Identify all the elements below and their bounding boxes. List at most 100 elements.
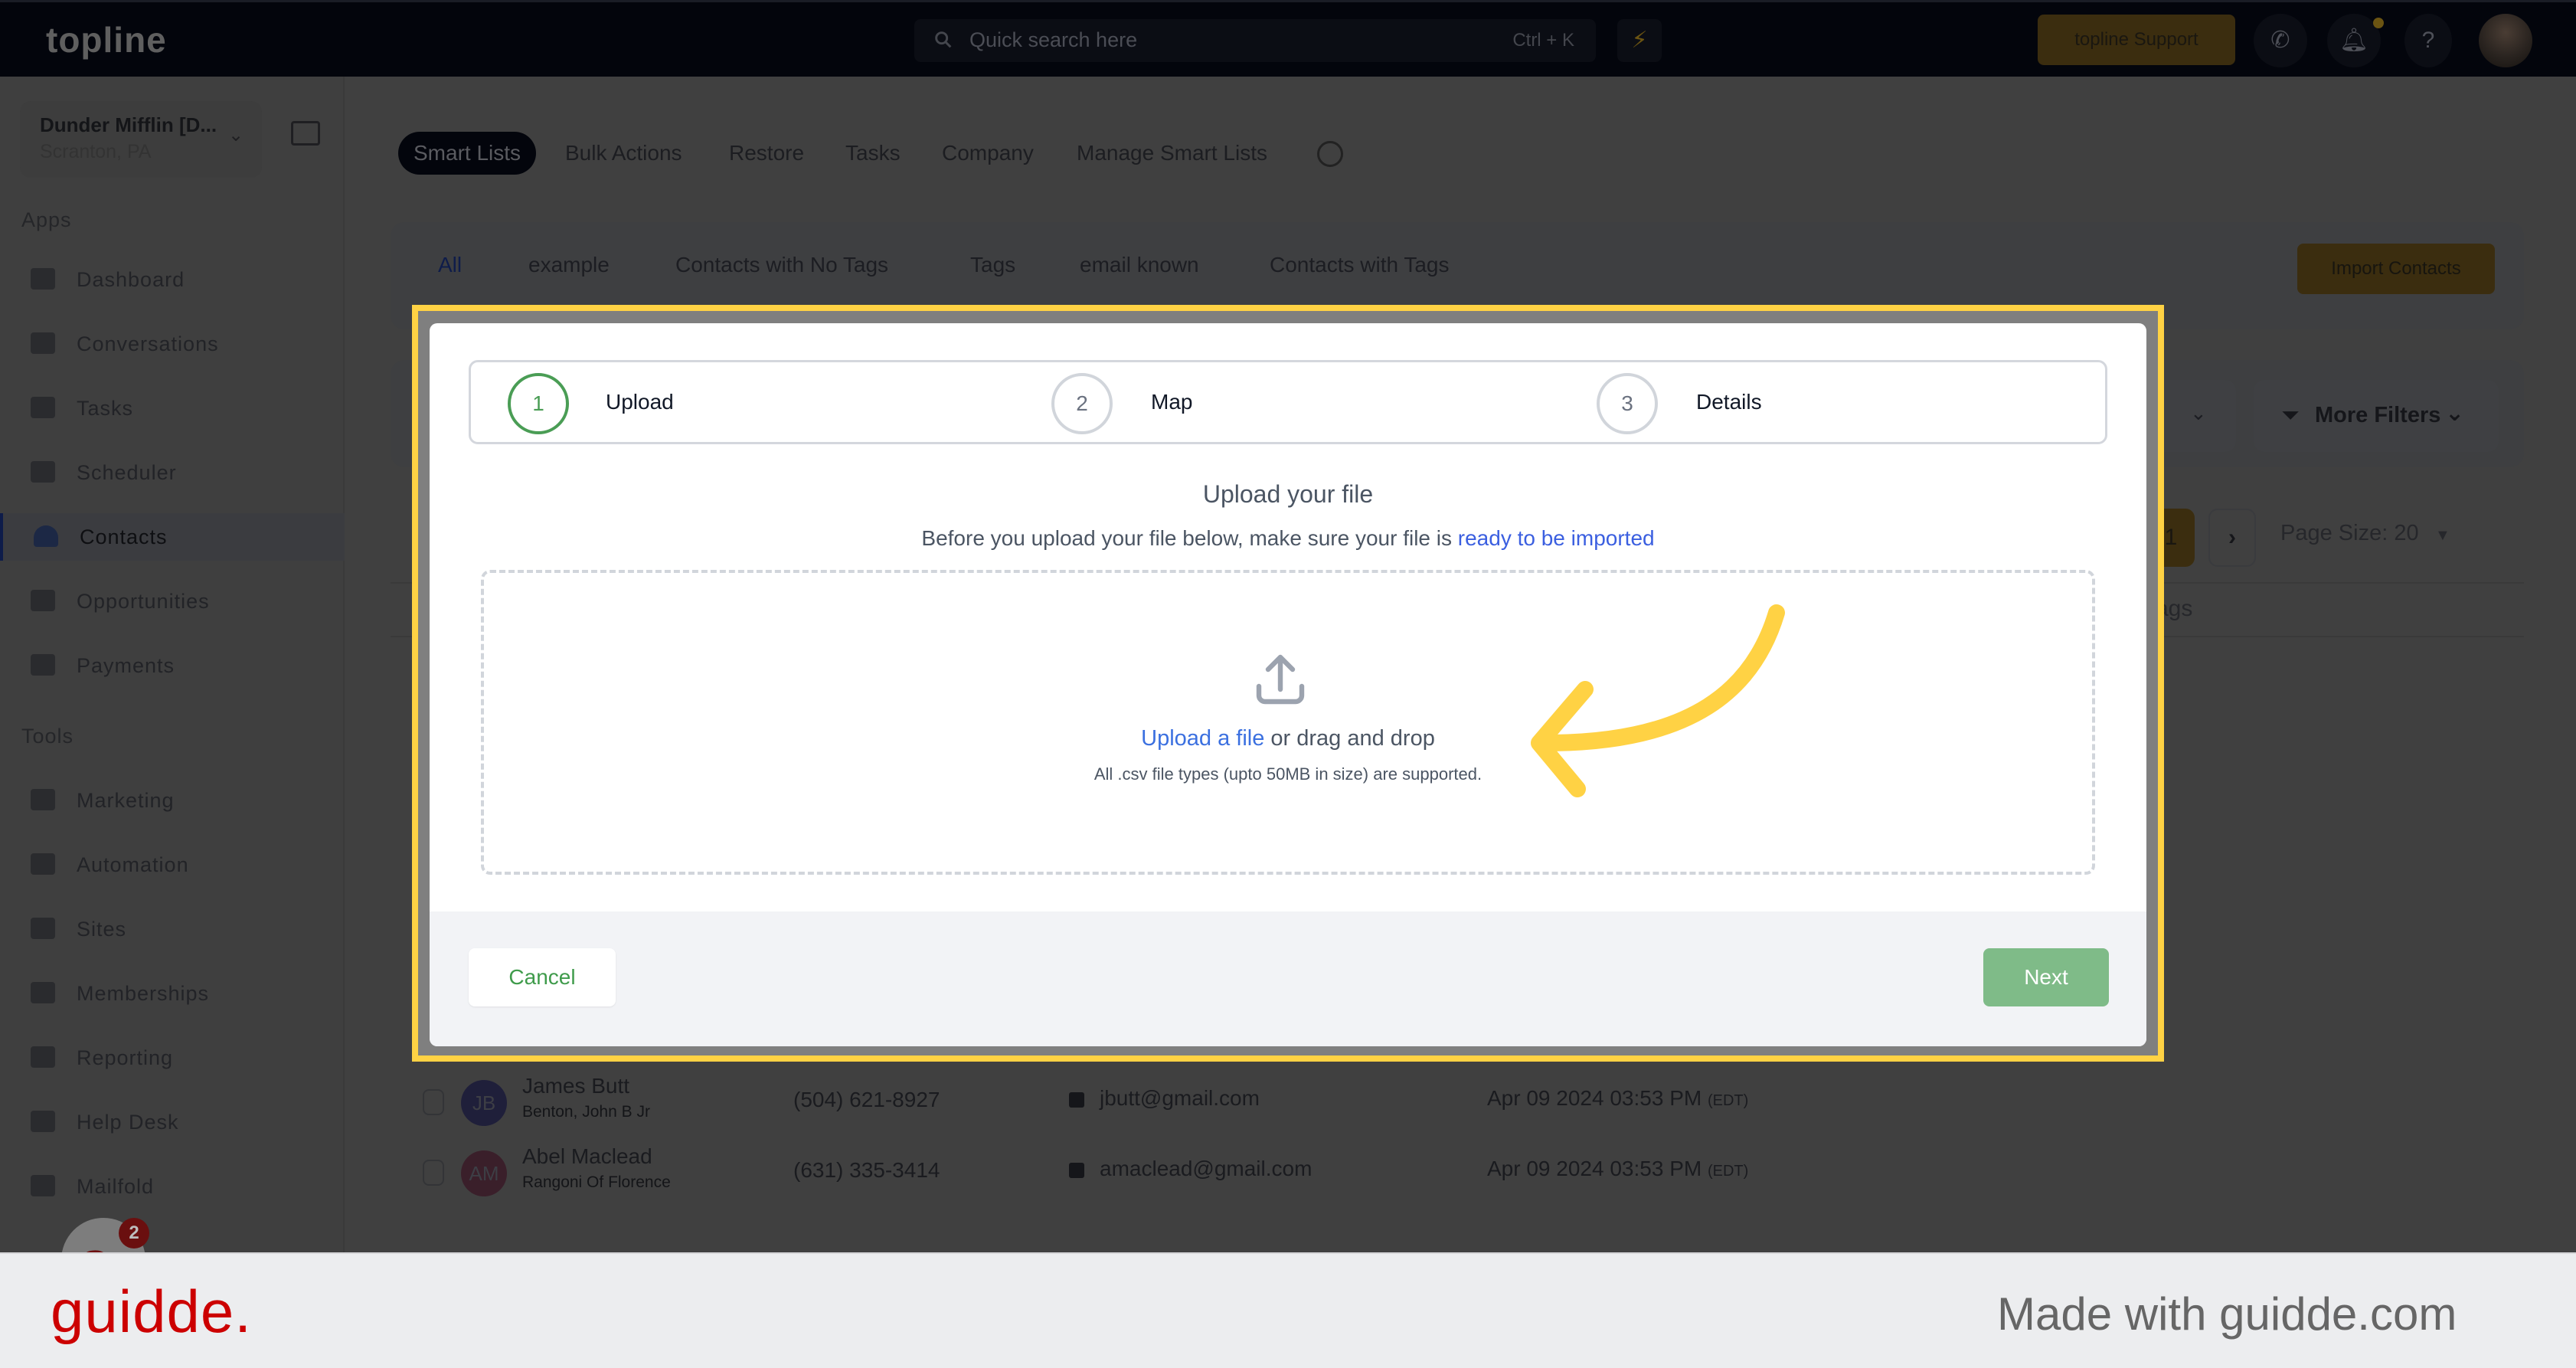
megaphone-icon <box>31 789 55 810</box>
dropzone-instructions: Upload a file or drag and drop <box>484 726 2092 751</box>
task-icon <box>31 397 55 418</box>
list-tab-contacts-no-tags[interactable]: Contacts with No Tags <box>675 253 888 277</box>
ready-to-import-link[interactable]: ready to be imported <box>1458 526 1655 550</box>
apps-heading: Apps <box>21 208 72 231</box>
sidebar-item-memberships[interactable]: Memberships <box>0 970 345 1017</box>
calendar-icon <box>31 461 55 483</box>
help-icon[interactable]: ? <box>2404 14 2452 67</box>
page-size-select[interactable]: Page Size: 20 <box>2280 521 2419 546</box>
sidebar-item-reporting[interactable]: Reporting <box>0 1034 345 1082</box>
contact-email: jbutt@gmail.com <box>1100 1086 1260 1110</box>
sidebar-item-label: Opportunities <box>77 590 210 613</box>
contact-name[interactable]: Abel Maclead <box>522 1144 652 1169</box>
app-logo[interactable]: topline <box>46 19 167 61</box>
phone-icon[interactable]: ✆ <box>2254 14 2307 67</box>
contact-email: amaclead@gmail.com <box>1100 1157 1313 1180</box>
sidebar-item-label: Help Desk <box>77 1111 179 1134</box>
step-label: Map <box>1151 390 1193 414</box>
sidebar-item-conversations[interactable]: Conversations <box>0 320 345 368</box>
made-with-guidde[interactable]: Made with guidde.com <box>1997 1288 2457 1340</box>
table-row[interactable]: JB James Butt Benton, John B Jr (504) 62… <box>414 1069 2512 1140</box>
tab-company[interactable]: Company <box>942 132 1034 175</box>
tab-tasks[interactable]: Tasks <box>845 132 901 175</box>
gear-icon[interactable] <box>1317 141 1343 167</box>
next-button[interactable]: Next <box>1983 948 2109 1006</box>
quick-search-input[interactable]: Quick search here Ctrl + K <box>914 19 1596 62</box>
sidebar-item-label: Reporting <box>77 1046 174 1069</box>
notification-dot <box>2373 18 2384 28</box>
drag-drop-text: or drag and drop <box>1264 726 1435 751</box>
tab-smart-lists[interactable]: Smart Lists <box>398 132 537 175</box>
account-switcher[interactable]: Dunder Mifflin [D... Scranton, PA ⌄ <box>20 101 262 178</box>
list-tab-all[interactable]: All <box>438 253 462 277</box>
avatar: AM <box>461 1150 507 1196</box>
modal-subtitle: Before you upload your file below, make … <box>430 526 2146 551</box>
lightning-icon[interactable]: ⚡ <box>1617 19 1662 62</box>
sidebar-item-contacts[interactable]: Contacts <box>0 513 345 561</box>
row-checkbox[interactable] <box>423 1160 444 1186</box>
sidebar-item-sites[interactable]: Sites <box>0 905 345 953</box>
subtitle-text: Before you upload your file below, make … <box>921 526 1458 550</box>
file-type-hint: All .csv file types (upto 50MB in size) … <box>1093 764 1483 784</box>
pie-chart-icon <box>31 1046 55 1068</box>
list-tab-example[interactable]: example <box>528 253 610 277</box>
list-tab-email-known[interactable]: email known <box>1080 253 1199 277</box>
search-icon <box>935 31 952 48</box>
contact-name[interactable]: James Butt <box>522 1074 629 1098</box>
dashboard-icon <box>31 268 55 290</box>
tab-restore[interactable]: Restore <box>729 132 804 175</box>
upload-file-link[interactable]: Upload a file <box>1141 726 1264 751</box>
sidebar-item-scheduler[interactable]: Scheduler <box>0 449 345 496</box>
timezone: (EDT) <box>1707 1163 1749 1180</box>
user-avatar[interactable] <box>2479 14 2532 67</box>
sidebar-item-tasks[interactable]: Tasks <box>0 385 345 432</box>
date-value: Apr 09 2024 03:53 PM <box>1487 1086 1702 1110</box>
person-icon <box>34 525 58 547</box>
sidebar-item-label: Dashboard <box>77 268 185 291</box>
tab-bulk-actions[interactable]: Bulk Actions <box>565 132 682 175</box>
caret-down-icon: ▼ <box>2435 527 2450 544</box>
file-dropzone[interactable]: Upload a file or drag and drop All .csv … <box>481 570 2095 875</box>
guidde-footer: guidde. Made with guidde.com <box>0 1252 2576 1368</box>
import-contacts-button[interactable]: Import Contacts <box>2297 244 2495 294</box>
sidebar-item-label: Contacts <box>80 525 168 548</box>
sidebar-item-label: Scheduler <box>77 461 177 484</box>
contact-company: Benton, John B Jr <box>522 1103 650 1121</box>
table-row[interactable]: AM Abel Maclead Rangoni Of Florence (631… <box>414 1140 2512 1210</box>
cancel-button[interactable]: Cancel <box>469 948 616 1006</box>
sidebar-item-automation[interactable]: Automation <box>0 841 345 889</box>
sidebar-item-help-desk[interactable]: Help Desk <box>0 1098 345 1146</box>
sidebar-item-dashboard[interactable]: Dashboard <box>0 256 345 303</box>
sidebar-item-label: Memberships <box>77 982 210 1005</box>
contact-company: Rangoni Of Florence <box>522 1173 671 1191</box>
sidebar-item-label: Tasks <box>77 397 134 420</box>
guidde-badge: 2 <box>119 1218 149 1249</box>
support-button[interactable]: topline Support <box>2038 15 2235 65</box>
sidebar-item-mailfold[interactable]: Mailfold <box>0 1163 345 1210</box>
account-name: Dunder Mifflin [D... <box>40 113 217 136</box>
contact-phone: (504) 621-8927 <box>793 1088 940 1111</box>
import-modal: 1 Upload 2 Map 3 Details Upload your fil… <box>430 323 2146 1046</box>
list-tab-tags[interactable]: Tags <box>970 253 1015 277</box>
chevron-down-icon: ⌄ <box>228 125 244 146</box>
step-number: 3 <box>1597 373 1658 434</box>
next-page-button[interactable]: › <box>2208 509 2256 567</box>
sidebar-toggle-icon[interactable] <box>291 121 320 146</box>
globe-icon <box>31 918 55 939</box>
more-filters-button[interactable]: ⏷ More Filters ⌄ <box>2254 380 2499 452</box>
guidde-logo[interactable]: guidde. <box>51 1277 252 1347</box>
row-checkbox[interactable] <box>423 1089 444 1115</box>
sidebar-item-label: Marketing <box>77 789 175 812</box>
step-label: Upload <box>606 390 674 414</box>
sidebar-item-opportunities[interactable]: Opportunities <box>0 578 345 625</box>
question-icon <box>31 1111 55 1132</box>
tab-manage-smart-lists[interactable]: Manage Smart Lists <box>1077 132 1267 175</box>
email-icon <box>1069 1092 1084 1108</box>
step-number: 2 <box>1051 373 1113 434</box>
credit-card-icon <box>31 654 55 676</box>
users-plus-icon <box>31 982 55 1003</box>
sidebar-item-marketing[interactable]: Marketing <box>0 777 345 824</box>
list-tab-contacts-with-tags[interactable]: Contacts with Tags <box>1270 253 1450 277</box>
sidebar-item-payments[interactable]: Payments <box>0 642 345 689</box>
modal-footer: Cancel Next <box>430 911 2146 1046</box>
